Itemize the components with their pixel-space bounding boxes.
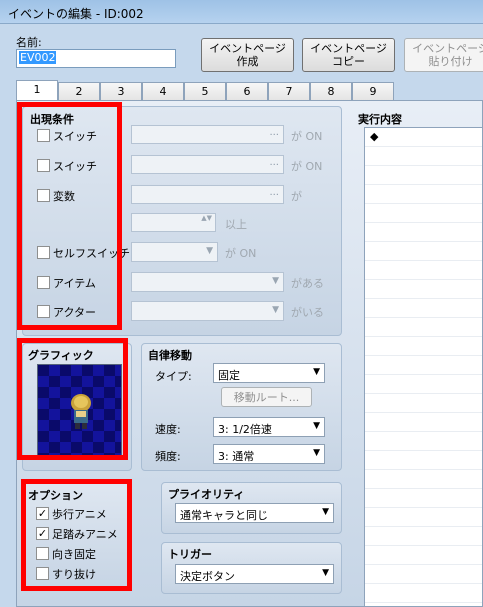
type-select[interactable]: 固定 ▼ — [213, 363, 325, 383]
event-commands-list[interactable]: ◆ — [364, 127, 483, 607]
variable-field[interactable]: ... — [131, 185, 284, 204]
name-input[interactable]: EV002 — [16, 49, 176, 68]
name-label: 名前: — [16, 36, 42, 49]
tab-7[interactable]: 7 — [268, 82, 310, 101]
freq-select[interactable]: 3: 通常 ▼ — [213, 444, 325, 464]
speed-value: 3: 1/2倍速 — [218, 423, 272, 436]
paste-page-button[interactable]: イベントページ 貼り付け — [404, 38, 483, 72]
switch1-suffix: が ON — [291, 130, 323, 143]
priority-value: 通常キャラと同じ — [180, 509, 268, 522]
trigger-title: トリガー — [168, 548, 212, 561]
title-bar: イベントの編集 - ID:002 — [0, 0, 483, 24]
trigger-select[interactable]: 決定ボタン ▼ — [175, 564, 334, 584]
ellipsis-icon: ... — [269, 187, 279, 198]
item-select[interactable]: ▼ — [131, 272, 284, 292]
autonomous-title: 自律移動 — [148, 349, 192, 362]
freq-value: 3: 通常 — [218, 450, 255, 463]
chevron-down-icon: ▼ — [322, 507, 329, 517]
variable-suffix: が — [291, 190, 302, 203]
graphic-highlight — [17, 338, 128, 460]
item-suffix: がある — [291, 277, 324, 290]
chevron-down-icon: ▼ — [313, 421, 320, 431]
freq-label: 頻度: — [155, 450, 181, 463]
chevron-down-icon: ▼ — [272, 305, 279, 315]
tab-8[interactable]: 8 — [310, 82, 352, 101]
type-label: タイプ: — [155, 370, 192, 383]
window-title: イベントの編集 - ID:002 — [8, 7, 144, 21]
switch1-field[interactable]: ... — [131, 125, 284, 144]
spin-arrows-icon: ▲▼ — [201, 214, 212, 222]
chevron-down-icon: ▼ — [322, 568, 329, 578]
speed-select[interactable]: 3: 1/2倍速 ▼ — [213, 417, 325, 437]
tab-3[interactable]: 3 — [100, 82, 142, 101]
chevron-down-icon: ▼ — [206, 246, 213, 256]
switch2-field[interactable]: ... — [131, 155, 284, 174]
type-value: 固定 — [218, 369, 240, 382]
tab-6[interactable]: 6 — [226, 82, 268, 101]
tab-9[interactable]: 9 — [352, 82, 394, 101]
event-editor-window: イベントの編集 - ID:002 名前: EV002 イベントページ 作成 イベ… — [0, 0, 483, 607]
options-highlight — [21, 479, 132, 591]
trigger-value: 決定ボタン — [180, 570, 235, 583]
actor-suffix: がいる — [291, 306, 324, 319]
variable-spin-suffix: 以上 — [225, 218, 247, 231]
chevron-down-icon: ▼ — [313, 448, 320, 458]
ellipsis-icon: ... — [269, 127, 279, 138]
page-tabs: 1 2 3 4 5 6 7 8 9 — [16, 80, 394, 101]
move-route-button[interactable]: 移動ルート... — [221, 387, 312, 407]
name-input-value: EV002 — [19, 51, 57, 64]
chevron-down-icon: ▼ — [313, 367, 320, 377]
actor-select[interactable]: ▼ — [131, 301, 284, 321]
command-line-1[interactable]: ◆ — [370, 130, 378, 143]
tab-1[interactable]: 1 — [16, 80, 58, 101]
priority-title: プライオリティ — [168, 488, 245, 501]
variable-value-spinner[interactable]: ▲▼ — [131, 213, 216, 232]
speed-label: 速度: — [155, 423, 181, 436]
self-switch-select[interactable]: ▼ — [131, 242, 218, 262]
conditions-highlight — [17, 102, 122, 330]
self-switch-suffix: が ON — [225, 247, 257, 260]
tab-2[interactable]: 2 — [58, 82, 100, 101]
chevron-down-icon: ▼ — [272, 276, 279, 286]
tab-4[interactable]: 4 — [142, 82, 184, 101]
ellipsis-icon: ... — [269, 157, 279, 168]
switch2-suffix: が ON — [291, 160, 323, 173]
priority-select[interactable]: 通常キャラと同じ ▼ — [175, 503, 334, 523]
copy-page-button[interactable]: イベントページ コピー — [302, 38, 395, 72]
new-page-button[interactable]: イベントページ 作成 — [201, 38, 294, 72]
tab-5[interactable]: 5 — [184, 82, 226, 101]
contents-title: 実行内容 — [358, 113, 402, 126]
